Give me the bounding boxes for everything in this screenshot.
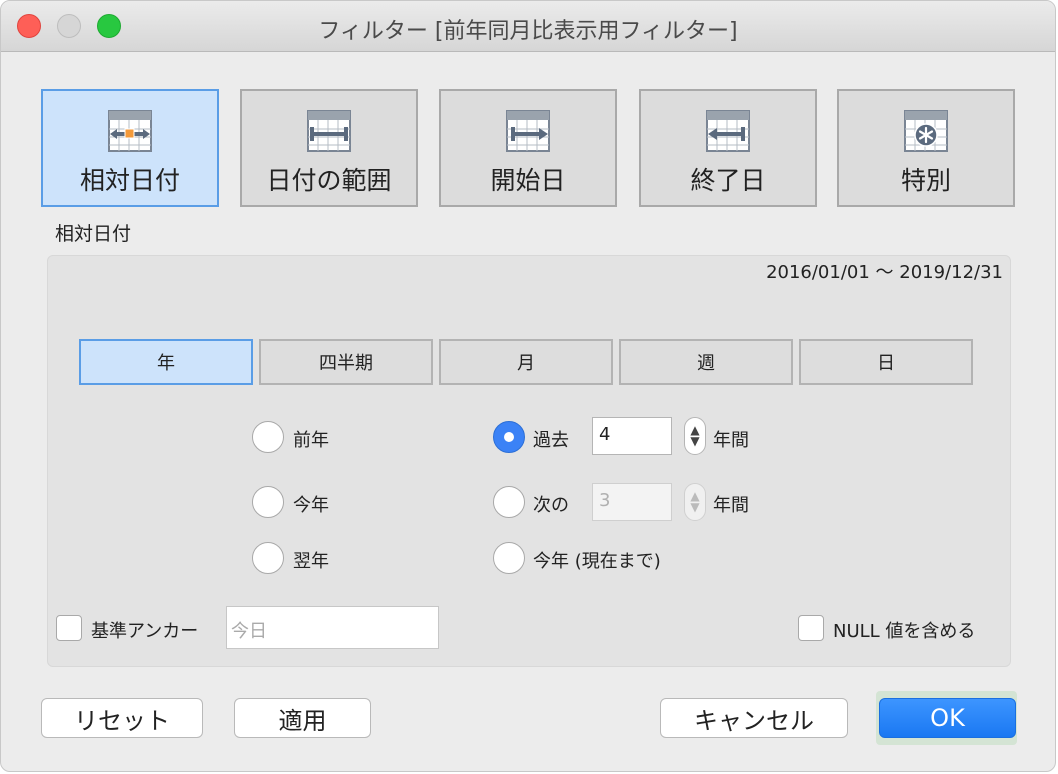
- calendar-relative-icon: [108, 110, 152, 152]
- radio-next-n[interactable]: [493, 486, 525, 518]
- radio-previous-year[interactable]: [252, 421, 284, 453]
- mode-label: 開始日: [490, 166, 566, 195]
- mode-label: 終了日: [690, 166, 766, 195]
- period-unit-label: 年間: [713, 495, 749, 516]
- section-label: 相対日付: [55, 223, 132, 245]
- anchor-label: 基準アンカー: [91, 621, 199, 642]
- radio-label-last-n: 過去: [533, 430, 569, 451]
- mode-button-end-date[interactable]: 終了日: [639, 89, 817, 207]
- radio-label-current-year: 今年: [293, 495, 329, 516]
- next-n-stepper[interactable]: ▲ ▼: [684, 483, 706, 521]
- include-null-checkbox[interactable]: [798, 615, 824, 641]
- radio-current-year[interactable]: [252, 486, 284, 518]
- period-unit-label: 年間: [713, 430, 749, 451]
- mode-button-special[interactable]: 特別: [837, 89, 1015, 207]
- filter-dialog: フィルター [前年同月比表示用フィルター] 相対日付 日付の範囲 開始日 終了日…: [0, 0, 1056, 772]
- chevron-down-icon[interactable]: ▼: [690, 435, 699, 447]
- anchor-checkbox[interactable]: [56, 615, 82, 641]
- unit-tab-quarter[interactable]: 四半期: [259, 339, 433, 385]
- mode-button-date-range[interactable]: 日付の範囲: [240, 89, 418, 207]
- date-range-text: 2016/01/01 〜 2019/12/31: [766, 262, 1003, 283]
- unit-tab-year[interactable]: 年: [79, 339, 253, 385]
- unit-tab-week[interactable]: 週: [619, 339, 793, 385]
- radio-label-year-to-date: 今年 (現在まで): [533, 551, 661, 572]
- ok-button[interactable]: OK: [879, 698, 1016, 738]
- title-bar: フィルター [前年同月比表示用フィルター]: [1, 1, 1055, 52]
- chevron-down-icon[interactable]: ▼: [690, 501, 699, 513]
- radio-last-n[interactable]: [493, 421, 525, 453]
- include-null-label: NULL 値を含める: [833, 621, 976, 642]
- radio-label-previous-year: 前年: [293, 430, 329, 451]
- radio-year-to-date[interactable]: [493, 542, 525, 574]
- radio-next-year[interactable]: [252, 542, 284, 574]
- next-n-input[interactable]: 3: [592, 483, 672, 521]
- unit-tab-day[interactable]: 日: [799, 339, 973, 385]
- last-n-input[interactable]: 4: [592, 417, 672, 455]
- window-title: フィルター [前年同月比表示用フィルター]: [318, 19, 738, 44]
- relative-date-panel: [47, 255, 1011, 667]
- unit-tab-month[interactable]: 月: [439, 339, 613, 385]
- mode-label: 相対日付: [79, 166, 180, 195]
- radio-label-next-n: 次の: [533, 495, 569, 516]
- anchor-date-input[interactable]: 今日: [226, 606, 439, 649]
- mode-label: 日付の範囲: [266, 166, 392, 195]
- calendar-special-icon: [904, 110, 948, 152]
- calendar-start-icon: [506, 110, 550, 152]
- reset-button[interactable]: リセット: [41, 698, 203, 738]
- mode-button-start-date[interactable]: 開始日: [439, 89, 617, 207]
- cancel-button[interactable]: キャンセル: [660, 698, 848, 738]
- mode-label: 特別: [900, 166, 951, 195]
- calendar-range-icon: [307, 110, 351, 152]
- mode-button-relative-date[interactable]: 相対日付: [41, 89, 219, 207]
- apply-button[interactable]: 適用: [234, 698, 371, 738]
- last-n-stepper[interactable]: ▲ ▼: [684, 417, 706, 455]
- calendar-end-icon: [706, 110, 750, 152]
- radio-label-next-year: 翌年: [293, 551, 329, 572]
